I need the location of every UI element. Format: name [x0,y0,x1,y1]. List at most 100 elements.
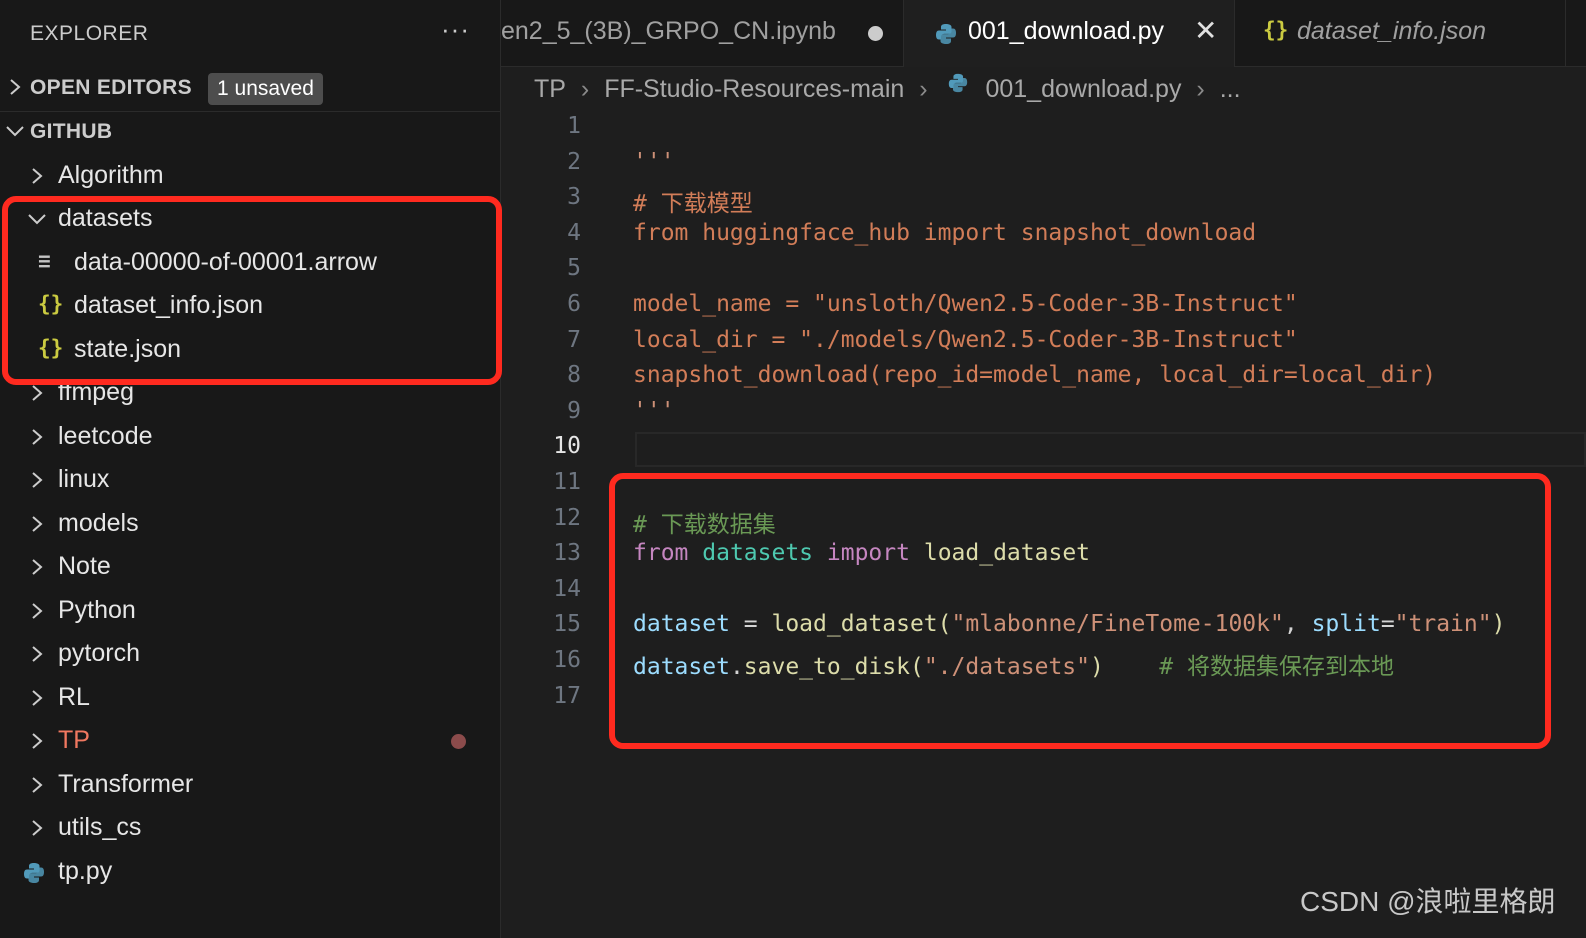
code-text: local_dir = "./models/Qwen2.5-Coder-3B-I… [633,326,1298,353]
line-number: 5 [567,255,581,282]
json-file-icon: {} [1263,18,1289,42]
code-line: 2 ''' [501,146,1586,182]
code-line: 6 model_name = "unsloth/Qwen2.5-Coder-3B… [501,288,1586,324]
tree-folder-rl[interactable]: RL [0,677,500,720]
chevron-down-icon [6,126,24,137]
chevron-right-icon: › [580,74,590,103]
editor-tab-bar: en2_5_(3B)_GRPO_CN.ipynb 001_download.py… [501,0,1586,67]
line-number: 1 [567,113,581,139]
tree-folder-python[interactable]: Python [0,590,500,633]
line-number: 2 [567,148,581,175]
tree-item-label: Note [58,552,111,580]
breadcrumb-item[interactable]: FF-Studio-Resources-main [604,75,904,104]
tree-item-label: leetcode [58,422,153,450]
tree-folder-note[interactable]: Note [0,546,500,589]
line-number: 9 [567,397,581,424]
chevron-right-icon [32,168,43,184]
code-text: snapshot_download(repo_id=model_name, lo… [633,362,1437,389]
chevron-right-icon [32,646,43,662]
code-line: 7 local_dir = "./models/Qwen2.5-Coder-3B… [501,324,1586,360]
line-number: 6 [567,291,581,317]
tree-item-label: Algorithm [58,161,164,189]
explorer-header: EXPLORER ··· [0,0,500,66]
breadcrumb-item[interactable]: TP [534,75,566,104]
tree-item-label: RL [58,683,90,711]
tab-dataset-info[interactable]: {} dataset_info.json [1235,0,1566,66]
line-number: 4 [567,219,581,246]
highlight-box-datasets [2,196,502,385]
tree-folder-transformer[interactable]: Transformer [0,764,500,807]
explorer-sidebar: EXPLORER ··· OPEN EDITORS 1 unsaved GITH… [0,0,502,938]
tree-item-label: models [58,509,139,537]
tree-folder-pytorch[interactable]: pytorch [0,633,500,676]
github-label: GITHUB [30,120,113,143]
python-file-icon [24,863,44,883]
line-number: 14 [553,575,581,602]
code-line: 9 ''' [501,395,1586,431]
code-text: from huggingface_hub import snapshot_dow… [633,219,1257,246]
tree-item-label: TP [58,726,90,754]
tab-001-download[interactable]: 001_download.py ✕ [904,0,1235,67]
line-number: 10 [553,433,581,460]
chevron-right-icon [10,79,21,95]
code-line-active: 10 [501,430,1586,466]
tree-file-tp-py[interactable]: tp.py [0,851,500,894]
tree-folder-utils-cs[interactable]: utils_cs [0,807,500,850]
python-file-icon [936,24,956,44]
tree-item-label: tp.py [58,857,113,885]
chevron-right-icon [32,385,43,401]
chevron-right-icon: › [919,74,928,103]
tree-item-label: pytorch [58,639,140,667]
chevron-right-icon [32,733,43,749]
line-number: 16 [553,647,581,673]
tree-item-label: linux [58,465,110,493]
tree-item-label: Python [58,596,136,624]
unsaved-badge: 1 unsaved [208,73,323,105]
tab-label: en2_5_(3B)_GRPO_CN.ipynb [501,17,836,45]
watermark: CSDN @浪啦里格朗 [1300,886,1556,917]
line-number: 7 [567,326,581,353]
code-line: 5 [501,252,1586,288]
tree-folder-tp[interactable]: TP [0,720,500,763]
line-number: 3 [567,184,581,211]
code-line: 8 snapshot_download(repo_id=model_name, … [501,359,1586,395]
tab-notebook[interactable]: en2_5_(3B)_GRPO_CN.ipynb [501,0,904,66]
code-text: ''' [633,148,675,175]
code-text: # 下载模型 [633,191,753,218]
chevron-right-icon [32,516,43,532]
breadcrumb-item[interactable]: ... [1220,75,1241,104]
line-number: 13 [553,540,581,567]
code-line: 1 [501,110,1586,146]
line-number: 11 [553,469,581,495]
tree-folder-models[interactable]: models [0,503,500,546]
python-file-icon [948,73,967,93]
chevron-right-icon [32,559,43,575]
code-line: 4 from huggingface_hub import snapshot_d… [501,217,1586,253]
chevron-right-icon: › [1196,74,1205,103]
more-actions-icon[interactable]: ··· [441,14,470,45]
chevron-right-icon [32,603,43,619]
chevron-right-icon [32,429,43,445]
chevron-right-icon [32,777,43,793]
line-number: 8 [567,362,581,389]
tree-item-label: utils_cs [58,813,142,841]
highlight-box-code [609,473,1551,749]
tree-folder-algorithm[interactable]: Algorithm [0,155,500,198]
explorer-title: EXPLORER [30,22,149,45]
code-line: 3 # 下载模型 [501,181,1586,217]
code-text: ''' [633,397,675,424]
close-icon[interactable]: ✕ [1194,14,1217,47]
line-number: 12 [553,504,581,531]
open-editors-label: OPEN EDITORS [30,76,192,99]
code-text: model_name = "unsloth/Qwen2.5-Coder-3B-I… [633,291,1298,317]
chevron-right-icon [32,472,43,488]
chevron-right-icon [32,690,43,706]
tree-folder-leetcode[interactable]: leetcode [0,416,500,459]
section-github[interactable]: GITHUB [0,111,500,155]
line-number: 15 [553,611,581,638]
tree-folder-linux[interactable]: linux [0,459,500,502]
breadcrumb-item[interactable]: 001_download.py [985,75,1181,104]
tree-item-label: Transformer [58,770,194,798]
tab-label: 001_download.py [968,17,1164,45]
line-number: 17 [553,682,581,709]
